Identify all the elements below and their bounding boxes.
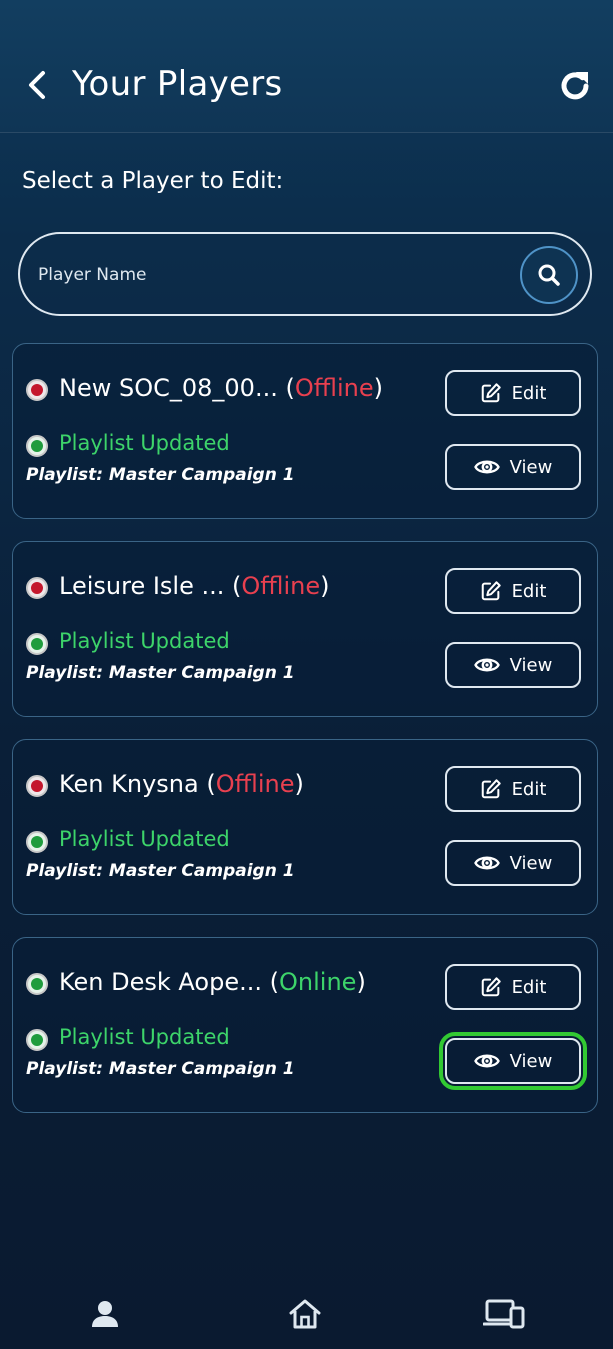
edit-label: Edit <box>511 580 547 602</box>
player-status: Offline <box>241 572 321 600</box>
playlist-name: : Master Campaign 1 <box>96 465 295 485</box>
edit-label: Edit <box>511 778 547 800</box>
player-name: Ken Knysna <box>59 770 199 798</box>
playlist-prefix: Playlist <box>26 1059 97 1079</box>
playlist-status: Playlist Updated <box>59 629 230 653</box>
edit-icon <box>481 581 501 601</box>
playlist-line: Playlist: Master Campaign 1 <box>26 1059 295 1079</box>
chevron-left-icon <box>29 71 45 99</box>
refresh-button[interactable] <box>555 66 595 106</box>
playlist-name: : Master Campaign 1 <box>96 1059 295 1079</box>
player-card-2: Leisure Isle ... (Offline) Playlist Upda… <box>12 541 598 717</box>
edit-button[interactable]: Edit <box>445 766 581 812</box>
player-card-3: Ken Knysna (Offline) Playlist Updated Pl… <box>12 739 598 915</box>
view-button[interactable]: View <box>439 1032 587 1090</box>
player-card-1: New SOC_08_00... (Offline) Playlist Upda… <box>12 343 598 519</box>
paren-close: ) <box>373 374 383 402</box>
playlist-prefix: Playlist <box>26 663 97 683</box>
back-button[interactable] <box>22 68 52 102</box>
edit-icon <box>481 383 501 403</box>
user-icon <box>92 1301 118 1327</box>
player-card-4: Ken Desk Aope... (Online) Playlist Updat… <box>12 937 598 1113</box>
devices-icon <box>483 1299 525 1329</box>
edit-label: Edit <box>511 382 547 404</box>
playlist-status: Playlist Updated <box>59 431 230 455</box>
edit-icon <box>481 977 501 997</box>
playlist-status-icon <box>26 1029 48 1051</box>
search-icon <box>538 264 560 286</box>
playlist-status: Playlist Updated <box>59 827 230 851</box>
edit-button[interactable]: Edit <box>445 370 581 416</box>
view-label: View <box>509 852 553 874</box>
home-icon <box>289 1299 321 1329</box>
select-player-prompt: Select a Player to Edit: <box>22 168 284 194</box>
playlist-line: Playlist: Master Campaign 1 <box>26 663 295 683</box>
refresh-icon <box>561 72 589 100</box>
status-indicator-icon <box>26 577 48 599</box>
player-search-box <box>18 232 592 316</box>
paren-close: ) <box>356 968 366 996</box>
edit-label: Edit <box>511 976 547 998</box>
eye-icon <box>473 460 500 474</box>
playlist-prefix: Playlist <box>26 861 97 881</box>
app-header: Your Players <box>0 0 613 133</box>
playlist-status-icon <box>26 831 48 853</box>
edit-button[interactable]: Edit <box>445 568 581 614</box>
nav-profile[interactable] <box>83 1294 127 1334</box>
player-status: Offline <box>215 770 295 798</box>
status-indicator-icon <box>26 379 48 401</box>
paren-open: ( <box>285 374 295 402</box>
paren-close: ) <box>294 770 304 798</box>
paren-open: ( <box>232 572 242 600</box>
playlist-prefix: Playlist <box>26 465 97 485</box>
paren-close: ) <box>320 572 330 600</box>
page-title: Your Players <box>72 64 283 104</box>
player-name: Leisure Isle ... <box>59 572 225 600</box>
view-label: View <box>509 456 553 478</box>
bottom-nav <box>0 1280 613 1349</box>
status-indicator-icon <box>26 973 48 995</box>
playlist-status-icon <box>26 633 48 655</box>
playlist-name: : Master Campaign 1 <box>96 861 295 881</box>
playlist-line: Playlist: Master Campaign 1 <box>26 861 295 881</box>
player-status: Offline <box>294 374 374 402</box>
player-name-line: Ken Desk Aope... (Online) <box>59 968 366 996</box>
playlist-status: Playlist Updated <box>59 1025 230 1049</box>
view-button[interactable]: View <box>445 642 581 688</box>
paren-open: ( <box>206 770 216 798</box>
nav-devices[interactable] <box>482 1294 526 1334</box>
playlist-name: : Master Campaign 1 <box>96 663 295 683</box>
playlist-line: Playlist: Master Campaign 1 <box>26 465 295 485</box>
view-button[interactable]: View <box>445 444 581 490</box>
playlist-status-icon <box>26 435 48 457</box>
search-input[interactable] <box>38 258 498 292</box>
paren-open: ( <box>269 968 280 996</box>
status-indicator-icon <box>26 775 48 797</box>
eye-icon <box>473 658 500 672</box>
eye-icon <box>473 856 500 870</box>
player-name-line: Ken Knysna (Offline) <box>59 770 304 798</box>
search-button[interactable] <box>520 246 578 304</box>
player-name: Ken Desk Aope... <box>59 968 262 996</box>
eye-icon <box>473 1054 500 1068</box>
player-name-line: Leisure Isle ... (Offline) <box>59 572 330 600</box>
view-button[interactable]: View <box>445 840 581 886</box>
view-label: View <box>509 1050 553 1072</box>
edit-icon <box>481 779 501 799</box>
player-status: Online <box>279 968 357 996</box>
player-name-line: New SOC_08_00... (Offline) <box>59 374 383 402</box>
edit-button[interactable]: Edit <box>445 964 581 1010</box>
nav-home[interactable] <box>283 1294 327 1334</box>
player-name: New SOC_08_00... <box>59 374 278 402</box>
view-label: View <box>509 654 553 676</box>
